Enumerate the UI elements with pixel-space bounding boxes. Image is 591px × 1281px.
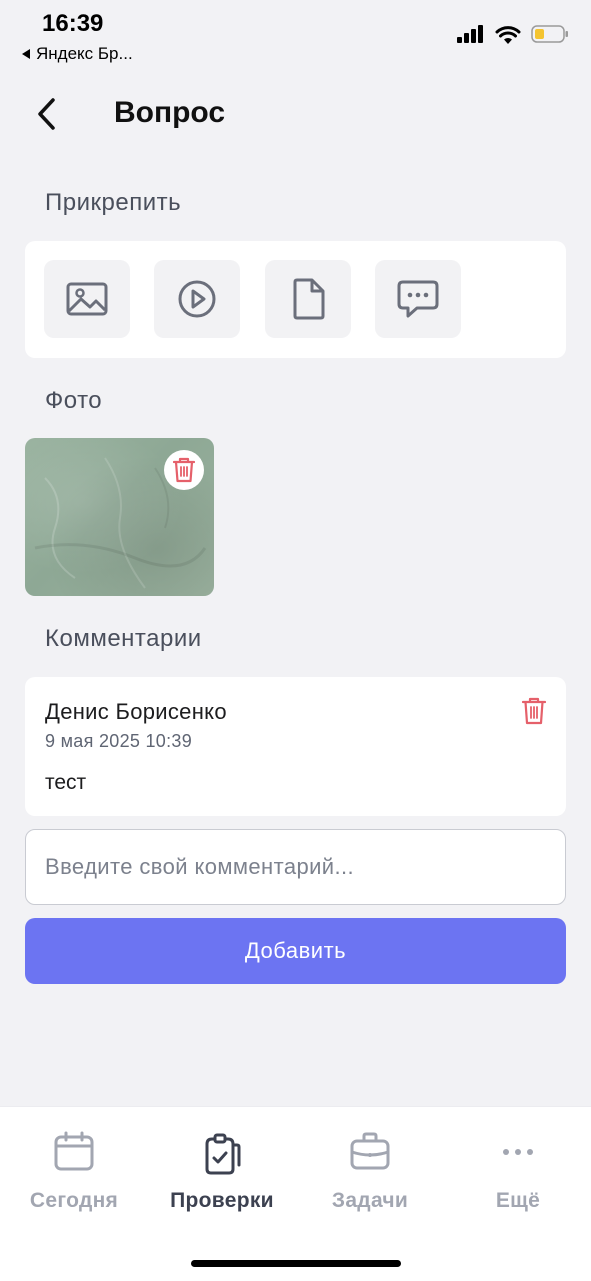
attach-video-button[interactable] <box>154 260 240 338</box>
attach-document-button[interactable] <box>265 260 351 338</box>
tab-more[interactable]: Ещё <box>444 1107 591 1227</box>
trash-icon <box>173 457 195 483</box>
attach-card <box>25 241 566 358</box>
attach-section-title: Прикрепить <box>45 189 182 216</box>
status-time: 16:39 <box>42 10 104 37</box>
tab-checks[interactable]: Проверки <box>148 1107 296 1227</box>
photo-thumbnail[interactable] <box>25 438 214 596</box>
image-icon <box>66 282 108 316</box>
tab-today-label: Сегодня <box>29 1189 119 1212</box>
delete-comment-button[interactable] <box>521 697 547 730</box>
comment-date: 9 мая 2025 10:39 <box>45 731 193 751</box>
chevron-left-icon <box>38 98 55 130</box>
wifi-icon <box>495 25 521 44</box>
tab-bar: Сегодня Проверки Задачи Ещё <box>0 1106 591 1281</box>
back-app-label: Яндекс Бр... <box>36 44 133 63</box>
header: Вопрос <box>0 76 591 158</box>
attach-image-button[interactable] <box>44 260 130 338</box>
video-play-icon <box>178 280 216 318</box>
clipboard-check-icon <box>205 1133 241 1175</box>
add-comment-button[interactable]: Добавить <box>25 918 566 984</box>
tab-more-label: Ещё <box>495 1189 541 1212</box>
home-indicator <box>191 1260 401 1267</box>
back-to-app-link[interactable]: Яндекс Бр... <box>20 44 133 64</box>
comments-section-title: Комментарии <box>45 625 202 652</box>
attach-comment-button[interactable] <box>375 260 461 338</box>
status-icons <box>457 24 569 44</box>
document-icon <box>293 278 325 320</box>
back-triangle-icon <box>22 49 30 59</box>
photos-section-title: Фото <box>45 387 103 414</box>
tab-today[interactable]: Сегодня <box>0 1107 148 1227</box>
comment-author: Денис Борисенко <box>45 699 227 724</box>
delete-photo-button[interactable] <box>164 450 204 490</box>
comment-text: тест <box>45 771 87 794</box>
more-dots-icon <box>503 1149 533 1155</box>
tab-tasks[interactable]: Задачи <box>296 1107 444 1227</box>
back-button[interactable] <box>28 94 64 134</box>
tab-tasks-label: Задачи <box>331 1189 409 1212</box>
tab-checks-label: Проверки <box>170 1189 274 1212</box>
status-bar: 16:39 Яндекс Бр... <box>0 0 591 76</box>
trash-icon <box>521 697 547 725</box>
comment-input[interactable] <box>25 829 566 905</box>
battery-icon <box>531 25 568 43</box>
comment-bubble-icon <box>397 280 439 318</box>
comment-card: Денис Борисенко 9 мая 2025 10:39 тест <box>25 677 566 816</box>
calendar-icon <box>54 1131 94 1171</box>
page-title: Вопрос <box>114 96 226 129</box>
cellular-signal-icon <box>457 25 483 43</box>
briefcase-icon <box>350 1132 390 1170</box>
